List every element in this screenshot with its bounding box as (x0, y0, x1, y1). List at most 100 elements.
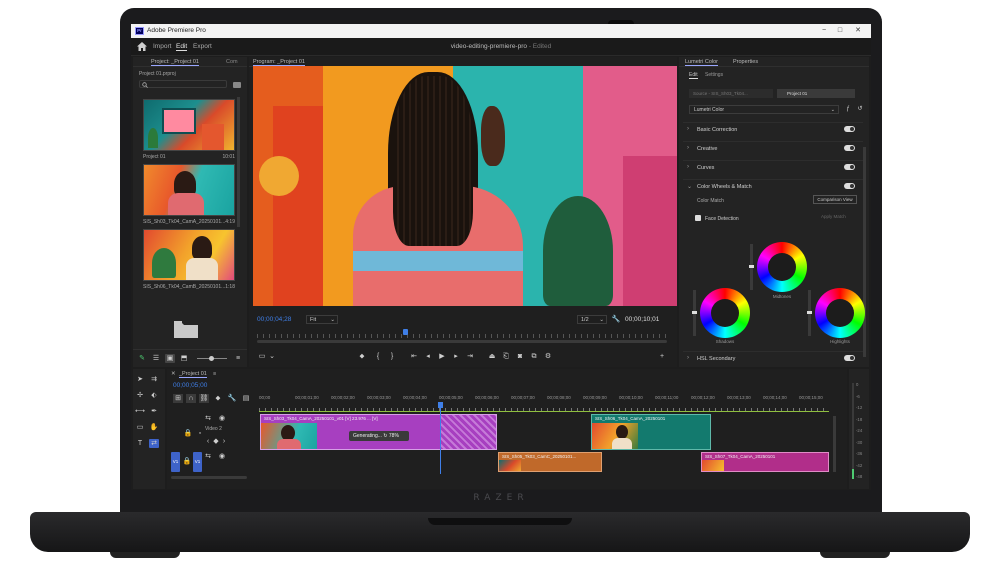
selection-tool-icon[interactable]: ➤ (135, 375, 145, 384)
mark-in-icon[interactable]: { (373, 352, 383, 361)
resolution-dropdown[interactable]: 1/2 ⌄ (577, 315, 607, 324)
ripple-tool-icon[interactable]: ✢ (135, 391, 145, 400)
section-hsl-secondary[interactable]: › HSL Secondary (683, 351, 863, 365)
subtab-edit[interactable]: Edit (689, 72, 698, 79)
comparison-view-icon[interactable]: ⧉ (529, 352, 539, 361)
program-current-timecode[interactable]: 00;00;04;28 (257, 316, 291, 323)
shadows-slider[interactable] (692, 290, 697, 336)
folder-icon[interactable] (173, 319, 199, 339)
highlights-wheel[interactable] (815, 288, 865, 338)
step-forward-icon[interactable]: ▸ (451, 352, 461, 361)
pencil-icon[interactable]: ✎ (137, 354, 147, 363)
shadows-wheel[interactable] (700, 288, 750, 338)
nest-icon[interactable]: ⊞ (173, 394, 183, 403)
camera-icon[interactable]: ◙ (515, 352, 525, 361)
midtones-wheel[interactable] (757, 242, 807, 292)
lock-icon[interactable]: 🔒 (183, 429, 193, 438)
rectangle-tool-icon[interactable]: ▭ (135, 423, 145, 432)
maximize-button[interactable]: □ (833, 26, 847, 36)
hand-tool-icon[interactable]: ✋ (149, 423, 159, 432)
add-button-icon[interactable]: + (657, 352, 667, 361)
timeline-clip-v2-b[interactable]: SIS_Sh06_Tk04_CamA_20250101 (591, 414, 711, 450)
clip-thumbnail-3[interactable] (143, 229, 235, 281)
track-select-tool-icon[interactable]: ⇉ (149, 375, 159, 384)
pen-tool-icon[interactable]: ✒ (149, 407, 159, 416)
new-bin-icon[interactable] (233, 82, 241, 88)
clip-thumbnail-1[interactable] (143, 99, 235, 151)
section-creative[interactable]: › Creative (683, 141, 863, 155)
timeline-vertical-scrollbar[interactable] (833, 416, 836, 472)
source-patch-v1[interactable]: V1 (171, 452, 180, 472)
timeline-clip-v2-a[interactable]: SIS_Sh03_Tk04_CamA_20250101_v01 [V] 23.9… (260, 414, 497, 450)
icon-view-icon[interactable]: ▣ (165, 354, 175, 363)
timeline-clip-v1-a[interactable]: SIS_Sh05_Tk03_CamC_20250101... (498, 452, 602, 472)
go-to-out-icon[interactable]: ⇥ (465, 352, 475, 361)
timeline-timecode[interactable]: 00;00;05;00 (173, 382, 207, 389)
eye-icon[interactable]: ◉ (217, 452, 227, 461)
source-clip-selector[interactable]: Source - SIS_Sh03_Tk04... (689, 89, 773, 98)
section-toggle[interactable] (844, 183, 855, 189)
tab-project[interactable]: Project: _Project 01 (151, 59, 199, 66)
add-marker-icon[interactable]: ⬥ (213, 394, 223, 403)
sync-lock-icon[interactable]: ⇆ (203, 452, 213, 461)
extract-icon[interactable]: ⎗ (501, 352, 511, 361)
section-toggle[interactable] (844, 355, 855, 361)
timeline-clip-v1-b[interactable]: SIS_Sh07_Tk04_CamA_20250101 (701, 452, 829, 472)
highlights-slider[interactable] (807, 290, 812, 336)
clip-thumbnail-2[interactable] (143, 164, 235, 216)
project-scrollbar[interactable] (237, 97, 240, 227)
close-button[interactable]: ✕ (851, 26, 865, 36)
face-detection-checkbox[interactable] (695, 215, 701, 221)
timeline-header-scrollbar[interactable] (171, 476, 247, 479)
chevron-down-icon[interactable]: ⌄ (267, 352, 277, 361)
keyframe-next-icon[interactable]: › (219, 437, 229, 446)
fx-icon[interactable]: ƒ (843, 105, 853, 114)
play-icon[interactable]: ▶ (437, 352, 447, 361)
section-basic-correction[interactable]: › Basic Correction (683, 122, 863, 136)
wrench-icon[interactable]: 🔧 (611, 315, 621, 324)
section-toggle[interactable] (844, 164, 855, 170)
section-toggle[interactable] (844, 145, 855, 151)
section-curves[interactable]: › Curves (683, 160, 863, 174)
tab-lumetri-color[interactable]: Lumetri Color (685, 59, 719, 66)
go-to-in-icon[interactable]: ⇤ (409, 352, 419, 361)
target-sequence-selector[interactable]: Project 01 (777, 89, 855, 98)
captions-icon[interactable]: ▤ (241, 394, 251, 403)
settings-icon[interactable]: ⚙ (543, 352, 553, 361)
snap-icon[interactable]: ∩ (186, 394, 196, 403)
zoom-slider-handle[interactable] (209, 356, 214, 361)
safe-margins-icon[interactable]: ▭ (257, 352, 267, 361)
freeform-view-icon[interactable]: ⬒ (179, 354, 189, 363)
linked-selection-icon[interactable]: ⛓ (199, 394, 209, 403)
tab-properties[interactable]: Properties (733, 59, 758, 65)
sync-lock-icon[interactable]: ⇆ (203, 414, 213, 423)
slip-tool-icon[interactable]: ⟷ (135, 407, 145, 416)
apply-match-button[interactable]: Apply Match (821, 214, 846, 219)
razor-tool-icon[interactable]: ⬖ (149, 391, 159, 400)
track-target-v1[interactable]: V1 (193, 452, 202, 472)
project-search-input[interactable] (139, 80, 227, 88)
marker-icon[interactable]: ⬥ (357, 352, 367, 361)
section-color-wheels[interactable]: ⌄ Color Wheels & Match (683, 179, 863, 193)
subtab-settings[interactable]: Settings (705, 72, 723, 78)
panel-menu-icon[interactable]: ≡ (213, 371, 216, 377)
generative-extend-tool-icon[interactable]: ⇄ (149, 439, 159, 448)
close-icon[interactable]: ✕ (171, 371, 176, 377)
fit-dropdown[interactable]: Fit ⌄ (306, 315, 338, 324)
section-toggle[interactable] (844, 126, 855, 132)
program-zoom-scrollbar[interactable] (257, 340, 667, 343)
lumetri-scrollbar[interactable] (863, 147, 866, 357)
tab-sequence[interactable]: _Project 01 (179, 371, 207, 378)
tab-captions[interactable]: Com (226, 59, 238, 65)
lock-icon[interactable]: 🔒 (182, 457, 192, 466)
step-back-icon[interactable]: ◂ (423, 352, 433, 361)
program-playhead[interactable] (403, 329, 408, 335)
panel-menu-icon[interactable]: ≡ (233, 354, 243, 363)
reset-icon[interactable]: ↺ (855, 105, 865, 114)
lift-icon[interactable]: ⏏ (487, 352, 497, 361)
eye-icon[interactable]: ◉ (217, 414, 227, 423)
timeline-settings-icon[interactable]: 🔧 (227, 394, 237, 403)
list-view-icon[interactable]: ☰ (151, 354, 161, 363)
lumetri-preset-dropdown[interactable]: Lumetri Color ⌄ (689, 105, 839, 114)
type-tool-icon[interactable]: T (135, 439, 145, 448)
